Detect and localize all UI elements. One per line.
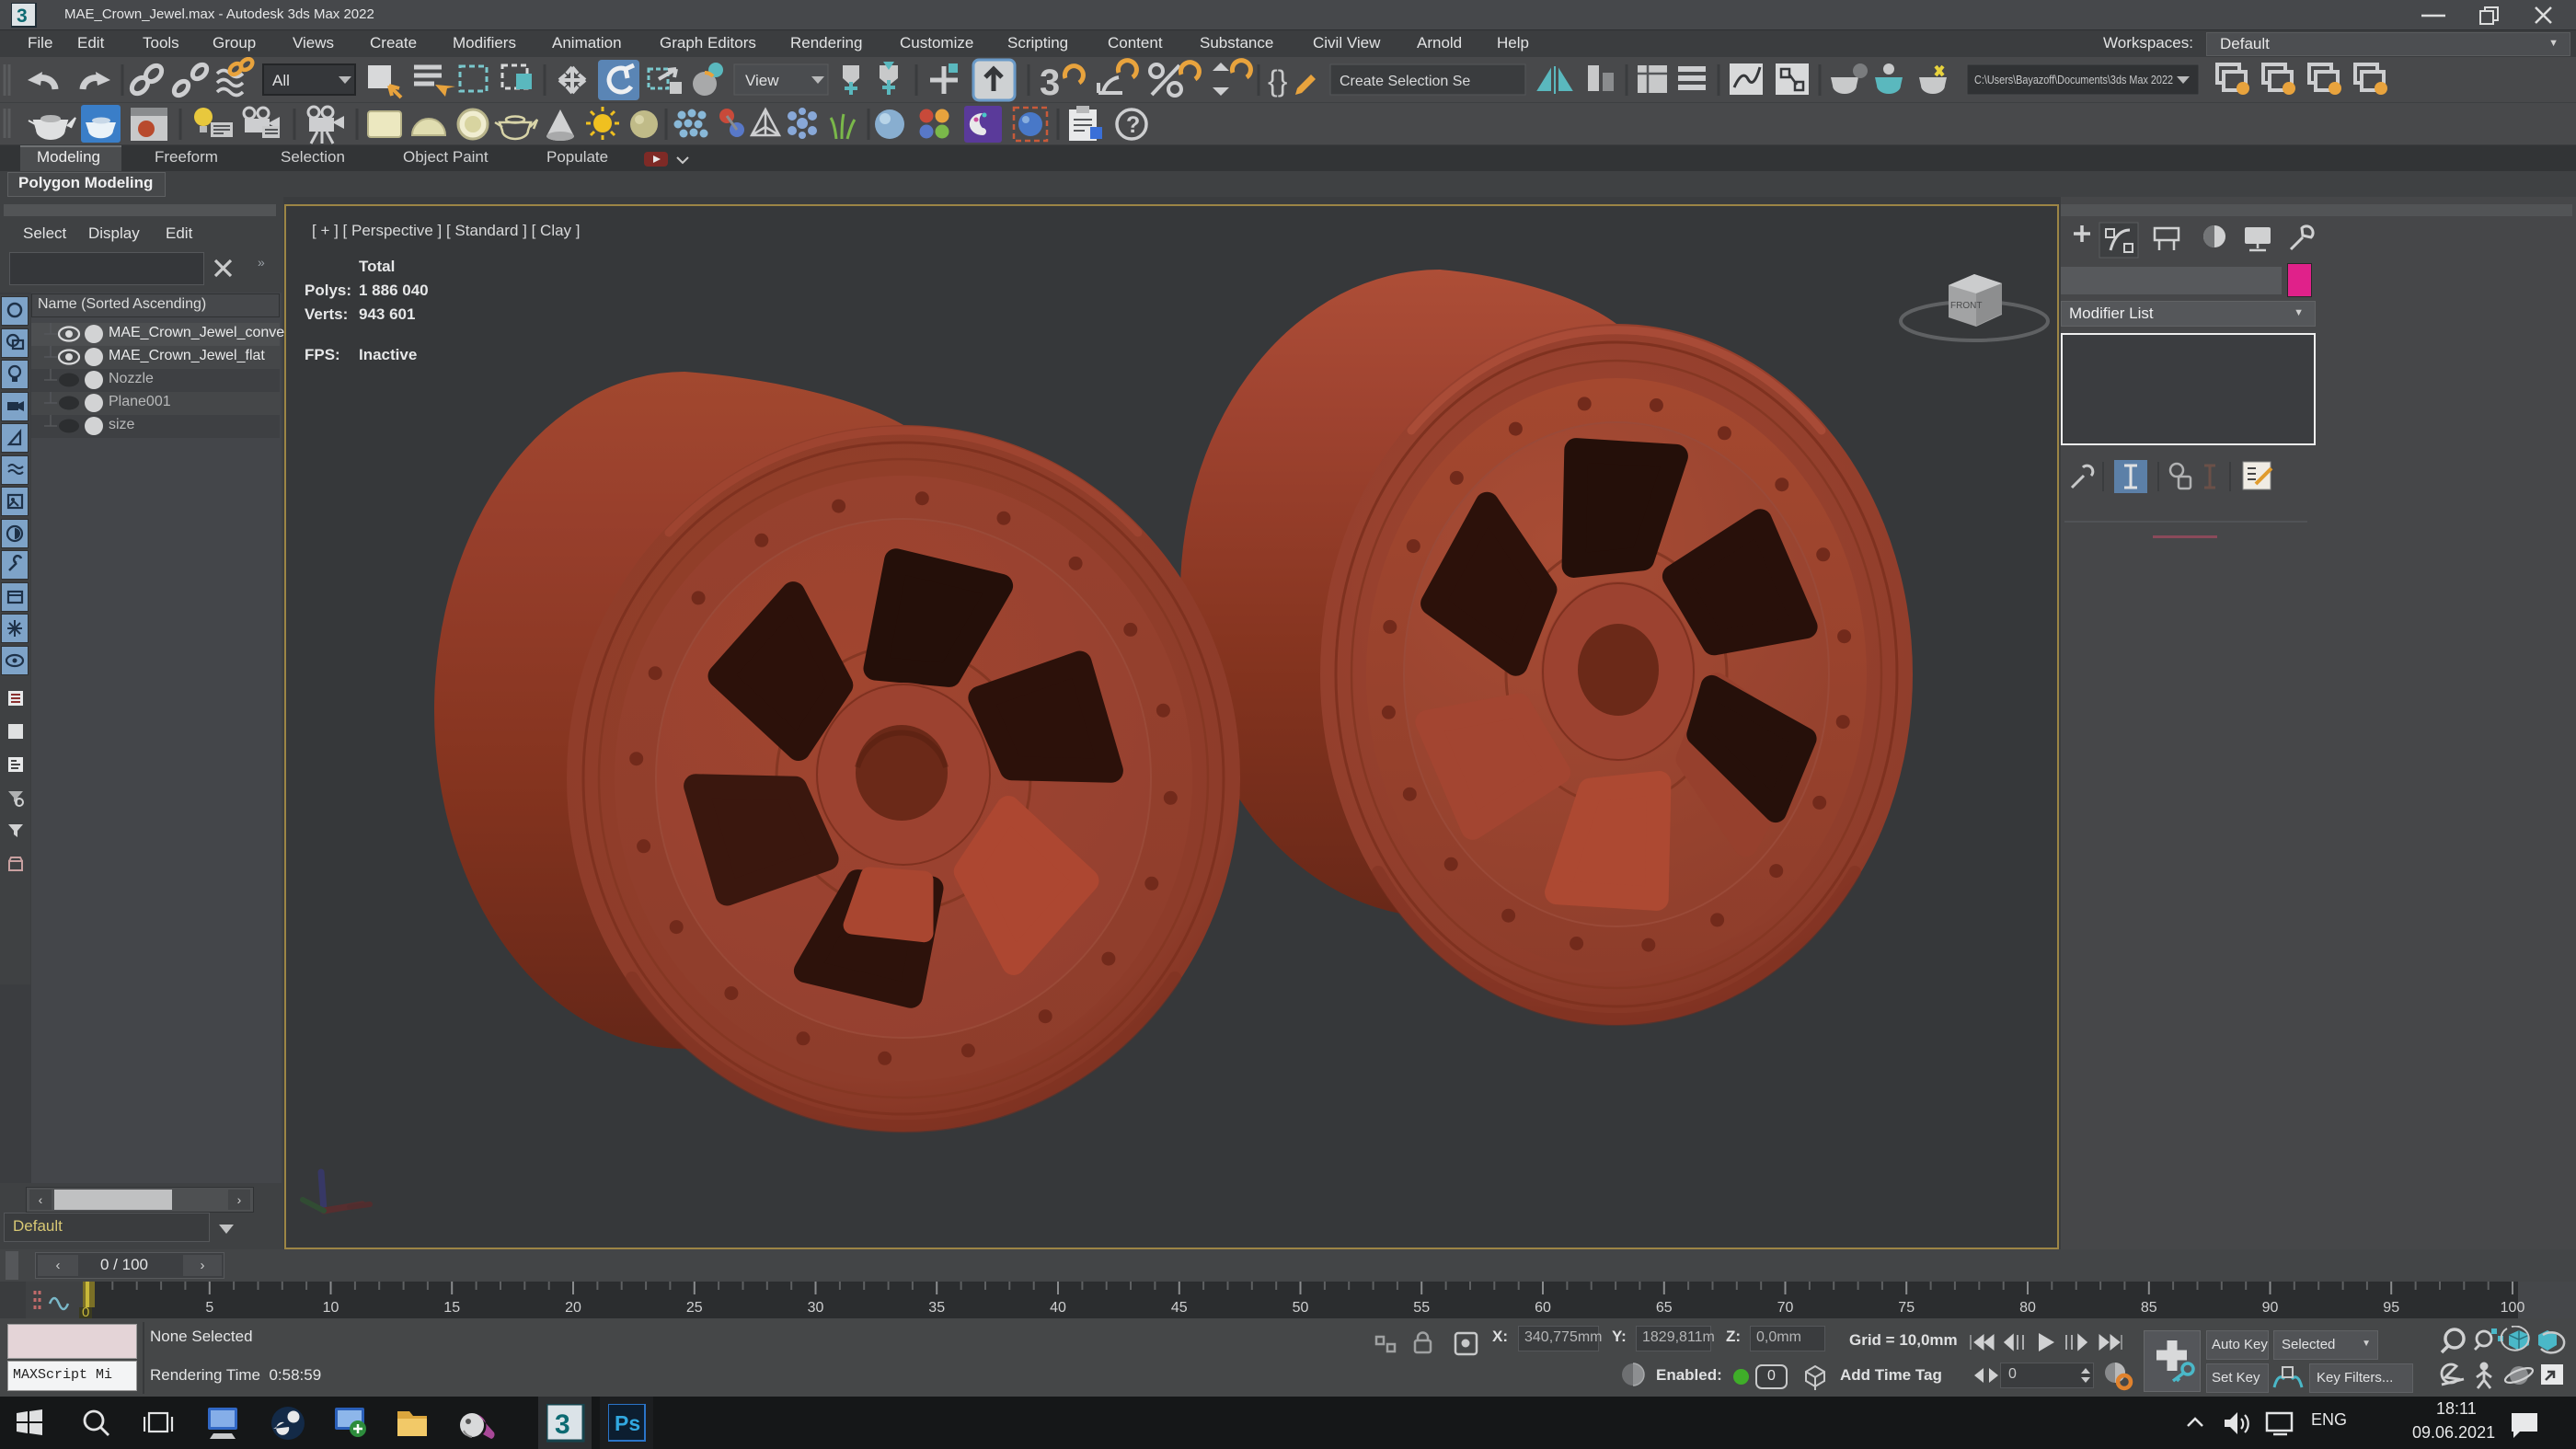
svg-text:85: 85 (2141, 1300, 2157, 1316)
svg-text:C:\Users\Bayazoff\Documents\3d: C:\Users\Bayazoff\Documents\3ds Max 2022 (1974, 73, 2173, 86)
svg-text:60: 60 (1535, 1300, 1551, 1316)
svg-text:3: 3 (17, 6, 28, 27)
svg-text:90: 90 (2262, 1300, 2279, 1316)
svg-text:75: 75 (1898, 1300, 1915, 1316)
svg-text:40: 40 (1050, 1300, 1066, 1316)
svg-text:Ps: Ps (615, 1411, 640, 1435)
svg-text:3: 3 (555, 1409, 570, 1440)
svg-text:View: View (745, 72, 779, 89)
svg-text:15: 15 (443, 1300, 460, 1316)
svg-text:Create Selection Se: Create Selection Se (1340, 74, 1470, 89)
svg-text:65: 65 (1656, 1300, 1673, 1316)
svg-text:35: 35 (928, 1300, 945, 1316)
svg-text:{}: {} (1268, 64, 1288, 98)
svg-text:10: 10 (323, 1300, 339, 1316)
svg-text:All: All (272, 72, 290, 89)
svg-text:70: 70 (1777, 1300, 1794, 1316)
svg-text:»: » (258, 256, 265, 270)
svg-text:30: 30 (808, 1300, 824, 1316)
svg-text:45: 45 (1171, 1300, 1188, 1316)
svg-text:95: 95 (2383, 1300, 2399, 1316)
svg-text:?: ? (1126, 112, 1140, 138)
svg-text:55: 55 (1413, 1300, 1430, 1316)
svg-text:FRONT: FRONT (1950, 301, 1982, 311)
svg-text:20: 20 (565, 1300, 581, 1316)
svg-text:25: 25 (686, 1300, 703, 1316)
svg-text:80: 80 (2019, 1300, 2036, 1316)
svg-text:3: 3 (1040, 63, 1060, 103)
svg-text:50: 50 (1293, 1300, 1309, 1316)
svg-text:5: 5 (205, 1300, 213, 1316)
svg-text:100: 100 (2501, 1300, 2525, 1316)
svg-text:0: 0 (82, 1305, 89, 1318)
